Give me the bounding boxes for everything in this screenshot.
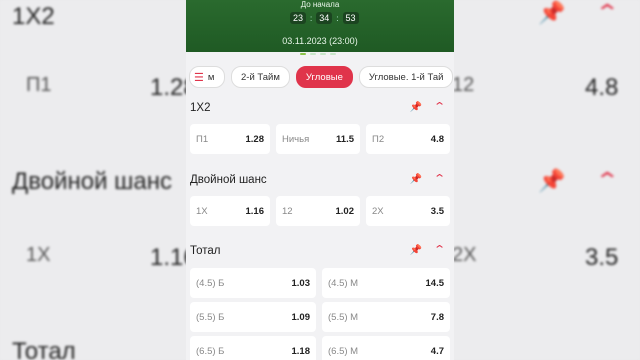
odd-button[interactable]: (4.5) М 14.5 bbox=[322, 268, 450, 298]
tab-corners[interactable]: Угловые bbox=[295, 66, 353, 88]
market-double-chance: Двойной шанс 📌 ⌃ 1X 1.16 12 1.02 2X 3.5 bbox=[186, 166, 454, 230]
tab-corners-first-half[interactable]: Угловые. 1-й Тай bbox=[358, 66, 454, 88]
odd-value: 3.5 bbox=[430, 206, 444, 217]
odd-button[interactable]: (6.5) Б 1.18 bbox=[190, 336, 316, 360]
list-icon: ☰ bbox=[194, 71, 204, 84]
pin-icon[interactable]: 📌 bbox=[410, 174, 422, 185]
bg-label-p1: П1 bbox=[26, 74, 52, 96]
odd-button[interactable]: (5.5) М 7.8 bbox=[322, 302, 450, 332]
countdown-timer: 23 : 34 : 53 bbox=[290, 12, 359, 24]
odd-value: 1.28 bbox=[245, 134, 265, 145]
chevron-up-icon[interactable]: ⌃ bbox=[433, 172, 446, 185]
bg-title-1x2: 1X2 bbox=[12, 3, 55, 30]
odd-value: 4.8 bbox=[430, 134, 444, 145]
odd-name: 12 bbox=[282, 206, 293, 217]
timer-hours: 23 bbox=[290, 12, 307, 24]
odd-name: (4.5) Б bbox=[196, 278, 225, 289]
pager-dots bbox=[300, 53, 336, 55]
odd-button[interactable]: 2X 3.5 bbox=[366, 196, 450, 226]
market-tabs: ☰ м 2-й Тайм Угловые Угловые. 1-й Тай bbox=[186, 66, 454, 88]
odd-value: 1.16 bbox=[245, 206, 265, 217]
tab-label: м bbox=[207, 71, 215, 83]
odd-value: 11.5 bbox=[336, 134, 354, 145]
phone-screen: До начала 23 : 34 : 53 03.11.2023 (23:00… bbox=[186, 0, 454, 360]
bg-odd-p2: 4.8 bbox=[585, 74, 619, 101]
bg-chevron-up-icon: ⌃ bbox=[594, 0, 621, 25]
odd-value: 7.8 bbox=[430, 312, 444, 323]
odd-button[interactable]: (4.5) Б 1.03 bbox=[190, 268, 316, 298]
odd-value: 14.5 bbox=[425, 278, 445, 289]
odd-name: (4.5) М bbox=[328, 278, 359, 289]
market-title: 1X2 bbox=[190, 102, 211, 114]
bg-title-total: Тотал bbox=[12, 338, 76, 360]
bg-pin-icon: 📌 bbox=[538, 168, 566, 193]
chevron-up-icon[interactable]: ⌃ bbox=[433, 100, 446, 113]
odd-name: (5.5) М bbox=[328, 312, 359, 323]
tab-menu[interactable]: ☰ м bbox=[189, 66, 225, 88]
odd-value: 1.18 bbox=[291, 346, 311, 357]
timer-seconds: 53 bbox=[342, 12, 359, 24]
odd-button[interactable]: (6.5) М 4.7 bbox=[322, 336, 450, 360]
odd-value: 1.09 bbox=[291, 312, 311, 323]
odd-value: 1.02 bbox=[335, 206, 355, 217]
market-total: Тотал 📌 ⌃ (4.5) Б 1.03 (4.5) М 14.5 (5.5… bbox=[186, 236, 454, 360]
pin-icon[interactable]: 📌 bbox=[410, 102, 422, 113]
odd-name: П1 bbox=[196, 134, 209, 145]
odd-name: (6.5) М bbox=[328, 346, 359, 357]
bg-chevron-up-icon: ⌃ bbox=[594, 168, 621, 193]
bg-pin-icon: 📌 bbox=[538, 0, 566, 25]
odd-name: Ничья bbox=[282, 134, 310, 145]
bg-label-1x: 1X bbox=[26, 244, 51, 266]
timer-minutes: 34 bbox=[316, 12, 333, 24]
odd-button[interactable]: П1 1.28 bbox=[190, 124, 270, 154]
bg-label-p2: 12 bbox=[452, 74, 475, 96]
pin-icon[interactable]: 📌 bbox=[410, 245, 422, 256]
countdown-label: До начала bbox=[300, 0, 340, 9]
tab-second-half[interactable]: 2-й Тайм bbox=[231, 66, 290, 88]
market-title: Тотал bbox=[190, 245, 221, 257]
market-title: Двойной шанс bbox=[190, 174, 267, 186]
market-1x2: 1X2 📌 ⌃ П1 1.28 Ничья 11.5 П2 4.8 bbox=[186, 96, 454, 158]
odd-name: (5.5) Б bbox=[196, 312, 225, 323]
bg-odd-2x: 3.5 bbox=[585, 244, 619, 271]
odd-button[interactable]: 1X 1.16 bbox=[190, 196, 270, 226]
match-date: 03.11.2023 (23:00) bbox=[282, 36, 358, 46]
odd-name: (6.5) Б bbox=[196, 346, 225, 357]
odd-button[interactable]: Ничья 11.5 bbox=[276, 124, 360, 154]
chevron-up-icon[interactable]: ⌃ bbox=[433, 243, 446, 256]
match-header: До начала 23 : 34 : 53 03.11.2023 (23:00… bbox=[186, 0, 454, 52]
odd-value: 4.7 bbox=[430, 346, 444, 357]
bg-label-2x: 2X bbox=[452, 244, 477, 266]
odd-button[interactable]: (5.5) Б 1.09 bbox=[190, 302, 316, 332]
odd-name: 2X bbox=[372, 206, 384, 217]
bg-title-double: Двойной шанс bbox=[12, 168, 173, 195]
odd-value: 1.03 bbox=[291, 278, 311, 289]
odd-button[interactable]: П2 4.8 bbox=[366, 124, 450, 154]
odd-name: П2 bbox=[372, 134, 385, 145]
odd-name: 1X bbox=[196, 206, 208, 217]
odd-button[interactable]: 12 1.02 bbox=[276, 196, 360, 226]
